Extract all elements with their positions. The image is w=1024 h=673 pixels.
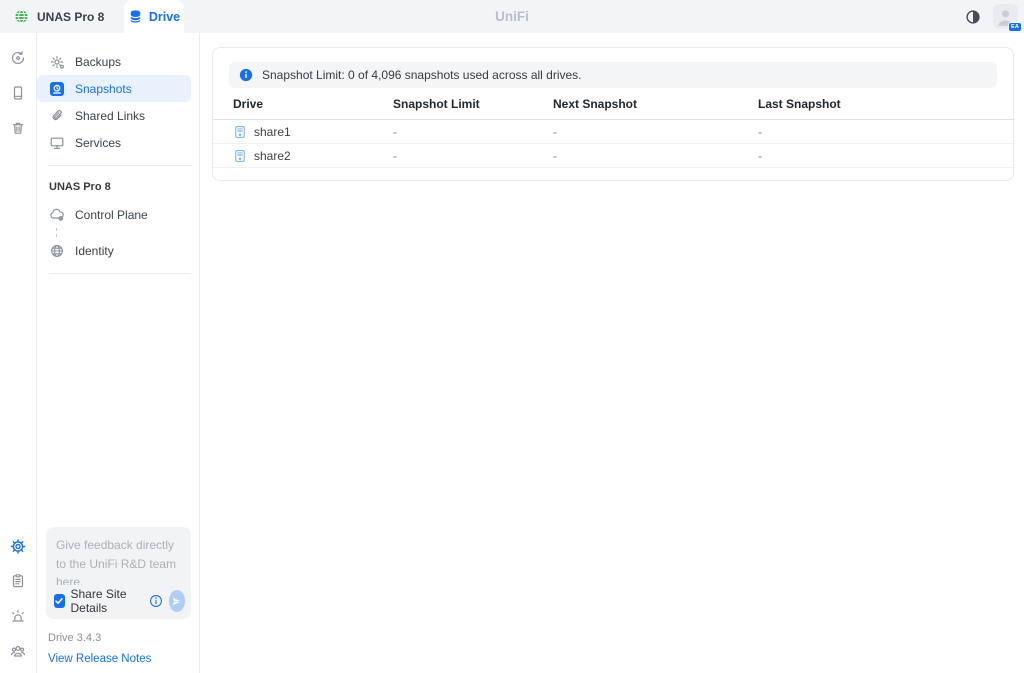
column-header-drive: Drive xyxy=(233,97,393,111)
drive-device-icon[interactable] xyxy=(10,85,26,101)
snapshots-icon xyxy=(49,81,65,97)
database-icon xyxy=(128,9,143,24)
trash-icon[interactable] xyxy=(10,120,26,136)
sidebar-item-label: Services xyxy=(75,136,121,150)
identity-globe-icon xyxy=(49,243,65,259)
sidebar: Backups Snapshots Shared Links Services … xyxy=(37,33,200,673)
sidebar-item-snapshots[interactable]: Snapshots xyxy=(37,75,191,102)
history-icon[interactable] xyxy=(10,50,26,66)
drive-share-icon xyxy=(233,149,247,163)
share-site-details-label: Share Site Details xyxy=(71,587,143,615)
theme-toggle-icon[interactable] xyxy=(965,9,981,25)
monitor-icon xyxy=(49,135,65,151)
tab-drive-label: Drive xyxy=(149,10,180,24)
column-header-next-snapshot: Next Snapshot xyxy=(553,97,758,111)
sidebar-section-label: UNAS Pro 8 xyxy=(37,175,199,201)
left-rail xyxy=(0,33,37,673)
site-name: UNAS Pro 8 xyxy=(37,10,104,24)
drive-name: share2 xyxy=(254,149,291,163)
tree-connector xyxy=(56,228,199,237)
sidebar-item-control-plane[interactable]: Control Plane xyxy=(37,201,191,228)
sidebar-item-label: Identity xyxy=(75,244,114,258)
sidebar-item-label: Control Plane xyxy=(75,208,148,222)
column-header-snapshot-limit: Snapshot Limit xyxy=(393,97,553,111)
avatar-badge: EA xyxy=(1009,23,1021,31)
drive-share-icon xyxy=(233,125,247,139)
next-snapshot-value: - xyxy=(553,125,758,139)
send-feedback-button[interactable] xyxy=(169,590,186,612)
column-header-last-snapshot: Last Snapshot xyxy=(758,97,993,111)
sidebar-divider xyxy=(49,165,191,166)
table-header: Drive Snapshot Limit Next Snapshot Last … xyxy=(213,88,1013,120)
sidebar-item-services[interactable]: Services xyxy=(37,129,191,156)
last-snapshot-value: - xyxy=(758,149,993,163)
table-row[interactable]: share1 - - - xyxy=(213,120,1013,144)
info-circle-icon xyxy=(239,68,253,82)
next-snapshot-value: - xyxy=(553,149,758,163)
backups-icon xyxy=(49,54,65,70)
link-icon xyxy=(49,108,65,124)
site-switcher[interactable]: UNAS Pro 8 xyxy=(14,0,134,33)
info-icon[interactable] xyxy=(149,594,163,608)
avatar[interactable]: EA xyxy=(993,4,1018,29)
tab-drive[interactable]: Drive xyxy=(124,0,184,33)
settings-gear-icon[interactable] xyxy=(10,538,26,554)
feedback-input[interactable] xyxy=(46,527,191,585)
sidebar-item-shared-links[interactable]: Shared Links xyxy=(37,102,191,129)
sidebar-divider xyxy=(49,273,191,274)
app-version: Drive 3.4.3 xyxy=(48,632,191,644)
snapshot-limit-value: - xyxy=(393,149,553,163)
sidebar-item-label: Shared Links xyxy=(75,109,145,123)
sidebar-item-backups[interactable]: Backups xyxy=(37,48,191,75)
table-row[interactable]: share2 - - - xyxy=(213,144,1013,168)
alerts-siren-icon[interactable] xyxy=(10,608,26,624)
share-site-details-checkbox[interactable] xyxy=(54,594,65,608)
sidebar-item-label: Snapshots xyxy=(75,82,132,96)
feedback-box: Share Site Details xyxy=(46,527,191,619)
cloud-gear-icon xyxy=(49,207,65,223)
snapshot-limit-value: - xyxy=(393,125,553,139)
top-bar: UNAS Pro 8 Drive UniFi EA xyxy=(0,0,1024,33)
drive-name: share1 xyxy=(254,125,291,139)
banner-text: Snapshot Limit: 0 of 4,096 snapshots use… xyxy=(262,68,582,82)
sidebar-item-label: Backups xyxy=(75,55,121,69)
globe-icon xyxy=(14,9,29,24)
snapshot-limit-banner: Snapshot Limit: 0 of 4,096 snapshots use… xyxy=(229,62,997,88)
view-release-notes-link[interactable]: View Release Notes xyxy=(48,653,151,665)
paper-plane-icon xyxy=(171,596,182,607)
sidebar-item-identity[interactable]: Identity xyxy=(37,237,191,264)
admins-users-icon[interactable] xyxy=(10,643,26,659)
main-content: Snapshot Limit: 0 of 4,096 snapshots use… xyxy=(200,33,1024,673)
logs-clipboard-icon[interactable] xyxy=(10,573,26,589)
last-snapshot-value: - xyxy=(758,125,993,139)
snapshots-card: Snapshot Limit: 0 of 4,096 snapshots use… xyxy=(212,47,1014,181)
